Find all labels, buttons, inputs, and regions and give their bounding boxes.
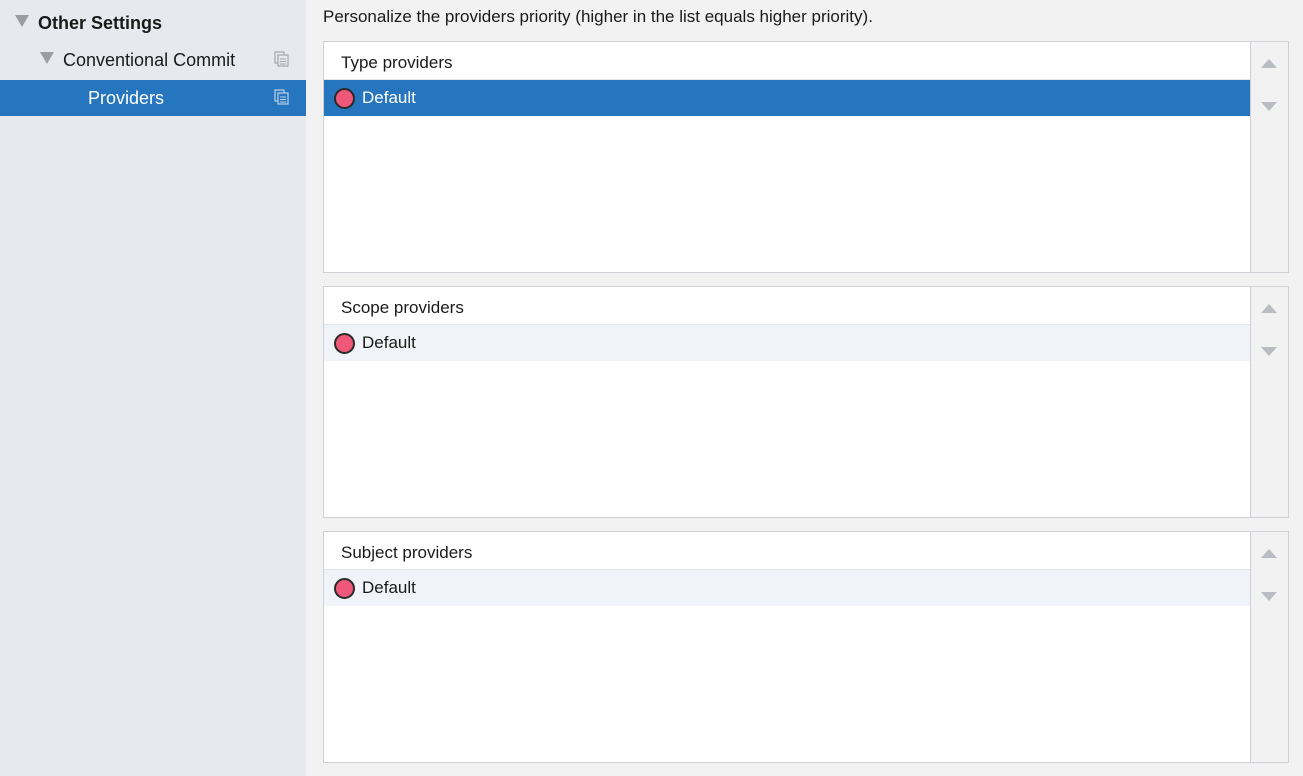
arrow-up-icon[interactable] <box>1261 59 1277 68</box>
description-text: Personalize the providers priority (high… <box>323 7 873 26</box>
tree-item-conventional-commit[interactable]: Conventional Commit <box>0 42 306 78</box>
reorder-buttons <box>1251 42 1288 272</box>
tree-item-providers[interactable]: Providers <box>0 80 306 116</box>
tree-item-label: Conventional Commit <box>63 49 236 70</box>
subject-providers-group: Subject providers Default <box>323 531 1289 763</box>
circle-icon <box>334 87 355 109</box>
settings-tree: Other Settings Conventional Commit Provi… <box>0 0 306 776</box>
list-item[interactable]: Default <box>324 80 1250 116</box>
list-item[interactable]: Default <box>324 570 1250 606</box>
subject-providers-list[interactable]: Subject providers Default <box>324 532 1251 762</box>
arrow-down-icon[interactable] <box>1261 102 1277 111</box>
arrow-up-icon[interactable] <box>1261 549 1277 558</box>
scope-providers-group: Scope providers Default <box>323 286 1289 518</box>
arrow-up-icon[interactable] <box>1261 304 1277 313</box>
reorder-buttons <box>1251 532 1288 762</box>
arrow-down-icon[interactable] <box>1261 347 1277 356</box>
scope-providers-list[interactable]: Scope providers Default <box>324 287 1251 517</box>
tree-item-label: Other Settings <box>38 12 163 33</box>
copy-icon[interactable] <box>274 51 290 67</box>
list-item-label: Default <box>362 333 416 352</box>
list-title: Scope providers <box>324 287 1250 325</box>
list-item[interactable]: Default <box>324 325 1250 361</box>
arrow-down-icon[interactable] <box>1261 592 1277 601</box>
reorder-buttons <box>1251 287 1288 517</box>
type-providers-list[interactable]: Type providers Default <box>324 42 1251 272</box>
providers-settings-panel: Personalize the providers priority (high… <box>306 0 1303 776</box>
tree-item-label: Providers <box>88 87 165 108</box>
type-providers-group: Type providers Default <box>323 41 1289 273</box>
list-item-label: Default <box>362 578 416 597</box>
circle-icon <box>334 577 355 599</box>
tree-item-other-settings[interactable]: Other Settings <box>0 5 306 41</box>
list-title: Type providers <box>324 42 1250 80</box>
circle-icon <box>334 332 355 354</box>
expand-triangle-icon[interactable] <box>40 52 54 64</box>
list-title: Subject providers <box>324 532 1250 570</box>
list-item-label: Default <box>362 88 416 107</box>
copy-icon[interactable] <box>274 89 290 105</box>
expand-triangle-icon[interactable] <box>15 15 29 27</box>
